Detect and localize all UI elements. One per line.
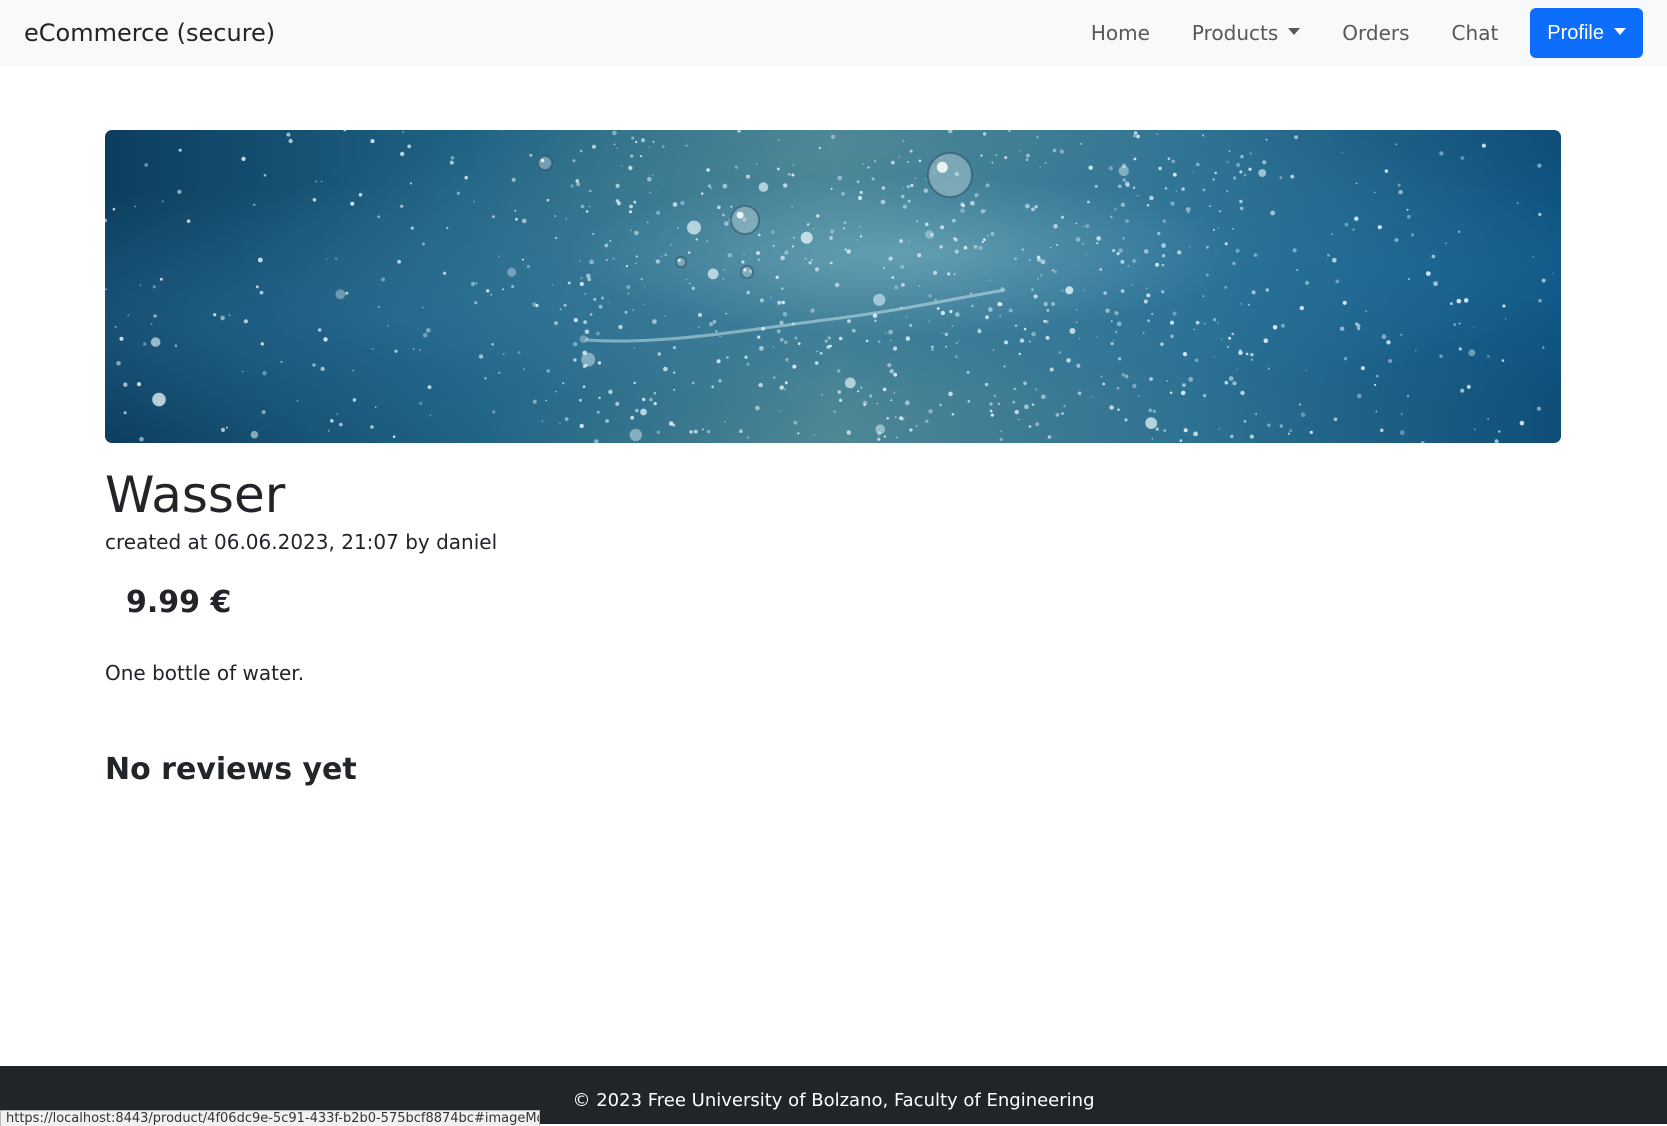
reviews-heading: No reviews yet [105,752,357,787]
nav-orders-link[interactable]: Orders [1321,21,1430,45]
profile-label: Profile [1547,21,1604,44]
nav-home-link[interactable]: Home [1070,21,1171,45]
nav-products-label: Products [1191,21,1279,45]
footer-copyright: © 2023 Free University of Bolzano, Facul… [572,1090,1095,1111]
product-description: One bottle of water. [105,661,305,685]
brand-link[interactable]: eCommerce (secure) [24,19,275,47]
profile-dropdown-button[interactable]: Profile [1530,8,1643,58]
product-title: Wasser [105,466,286,524]
nav-chat-link[interactable]: Chat [1431,21,1520,45]
bubbles-texture [105,130,1554,443]
nav-links: Home Products Orders Chat Profile [1070,0,1643,66]
nav-products-dropdown[interactable]: Products [1171,21,1321,45]
chevron-down-icon [1288,27,1301,35]
top-navbar: eCommerce (secure) Home Products Orders … [0,0,1667,66]
product-price: 9.99 € [126,585,232,620]
product-image[interactable] [105,130,1561,443]
chevron-down-icon [1614,27,1626,35]
product-created-info: created at 06.06.2023, 21:07 by daniel [105,530,498,554]
